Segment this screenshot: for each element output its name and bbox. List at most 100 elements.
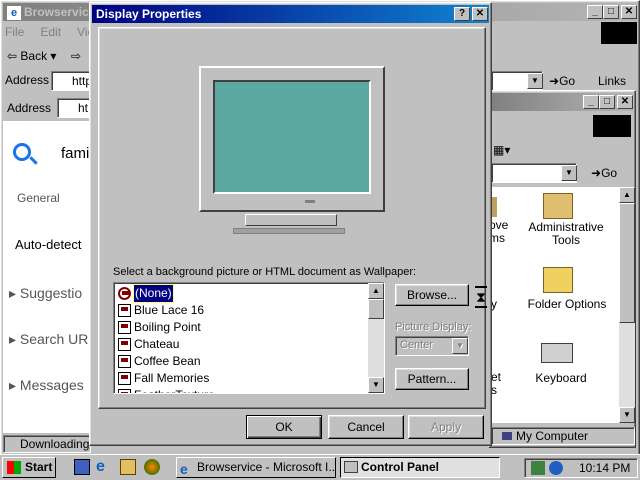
ie-icon: e xyxy=(7,5,21,20)
cp-status-text: My Computer xyxy=(516,429,589,443)
quick-launch-channels-icon[interactable] xyxy=(144,459,160,475)
quick-launch-explorer-icon[interactable] xyxy=(120,459,136,475)
browser-title: Browservice xyxy=(24,5,96,19)
wallpaper-list[interactable]: (None) Blue Lace 16 Boiling Point Chateau Co… xyxy=(113,282,385,394)
wallpaper-scroll-up-icon[interactable]: ▲ xyxy=(368,283,384,299)
cp-maximize-button[interactable]: □ xyxy=(599,95,615,109)
hourglass-cursor-icon: ⧗ xyxy=(475,286,487,308)
clock[interactable]: 10:14 PM xyxy=(579,461,630,475)
messages-item[interactable]: ▸ Messages xyxy=(9,377,84,394)
address-bar[interactable]: http xyxy=(51,71,92,91)
search-url-item[interactable]: ▸ Search UR xyxy=(9,331,88,348)
wallpaper-list-item[interactable]: Fall Memories xyxy=(116,370,366,387)
close-button[interactable]: ✕ xyxy=(621,5,637,19)
quick-launch-desktop-icon[interactable] xyxy=(74,459,90,475)
browse-button[interactable]: Browse... xyxy=(395,284,469,306)
cp-go-button[interactable]: ➜Go xyxy=(591,165,617,181)
add-remove-label: ove ms xyxy=(491,218,509,245)
wallpaper-file-icon xyxy=(118,355,131,368)
minimize-button[interactable]: _ xyxy=(587,5,603,19)
links-label[interactable]: Links xyxy=(598,73,626,89)
control-panel-titlebar: _ □ ✕ xyxy=(491,93,633,111)
administrative-tools-label: Administrative Tools xyxy=(528,220,604,247)
control-panel-window: _ □ ✕ ▦▾ ▼ ➜Go ove ms Administrative Too… xyxy=(488,90,636,448)
picture-display-dropdown-icon[interactable]: ▼ xyxy=(452,338,468,354)
menu-edit[interactable]: Edit xyxy=(40,23,61,41)
menu-file[interactable]: File xyxy=(5,23,24,41)
wallpaper-label: Select a background picture or HTML docu… xyxy=(113,266,417,278)
dialog-titlebar: Display Properties ? ✕ xyxy=(92,5,489,23)
monitor-preview xyxy=(199,66,385,212)
folder-options-label: Folder Options xyxy=(527,297,607,311)
wallpaper-list-item[interactable]: Coffee Bean xyxy=(116,353,366,370)
cp-windows-logo xyxy=(593,115,631,137)
folder-options-icon[interactable] xyxy=(543,267,573,293)
cp-scroll-up-icon[interactable]: ▲ xyxy=(619,187,635,203)
wallpaper-name: Boiling Point xyxy=(134,320,201,334)
dialog-title: Display Properties xyxy=(96,7,202,21)
wallpaper-name: Blue Lace 16 xyxy=(134,303,205,317)
wallpaper-name: FeatherTexture xyxy=(134,387,215,393)
cp-address-dropdown-icon[interactable]: ▼ xyxy=(561,165,577,181)
cp-scroll-thumb[interactable] xyxy=(619,203,635,323)
wallpaper-list-item[interactable]: Blue Lace 16 xyxy=(116,302,366,319)
cp-close-button[interactable]: ✕ xyxy=(617,95,633,109)
cp-views-icon[interactable]: ▦▾ xyxy=(493,143,510,157)
keyboard-label: Keyboard xyxy=(535,371,587,385)
suggestions-item[interactable]: ▸ Suggestio xyxy=(9,285,82,302)
browser-statusbar: Downloading p xyxy=(3,435,91,453)
browser-menubar: File Edit Vie xyxy=(5,23,94,41)
search-query[interactable]: fami xyxy=(61,145,89,162)
system-tray: 10:14 PM xyxy=(524,458,638,478)
wallpaper-file-icon xyxy=(118,338,131,351)
cp-content: ove ms Administrative Tools y Folder Opt… xyxy=(491,187,619,423)
none-icon xyxy=(118,287,131,300)
wallpaper-list-items: (None) Blue Lace 16 Boiling Point Chateau Co… xyxy=(116,284,366,393)
wallpaper-name: Chateau xyxy=(134,337,180,351)
search-icon-handle xyxy=(29,156,38,165)
internet-options-label: et s xyxy=(491,370,502,397)
wallpaper-file-icon xyxy=(118,304,131,317)
address-dropdown-icon[interactable]: ▼ xyxy=(527,73,543,89)
picture-display-value: Center xyxy=(400,339,434,351)
control-panel-task-icon xyxy=(344,461,358,473)
picture-display-label: Picture Display: xyxy=(395,321,472,333)
go-button[interactable]: ➜Go xyxy=(549,73,575,89)
start-button[interactable]: Start xyxy=(2,457,56,478)
tab-general[interactable]: General xyxy=(17,191,60,205)
wallpaper-list-item[interactable]: Boiling Point xyxy=(116,319,366,336)
cp-minimize-button[interactable]: _ xyxy=(583,95,599,109)
monitor-screen xyxy=(213,80,371,194)
wallpaper-list-item[interactable]: Chateau xyxy=(116,336,366,353)
inner-address-bar[interactable]: ht xyxy=(57,98,93,118)
task-browservice[interactable]: e Browservice - Microsoft I... xyxy=(176,457,336,478)
task-control-panel[interactable]: Control Panel xyxy=(340,457,500,478)
administrative-tools-icon[interactable] xyxy=(543,193,573,219)
ok-button[interactable]: OK xyxy=(246,415,322,439)
maximize-button[interactable]: □ xyxy=(603,5,619,19)
pattern-button[interactable]: Pattern... xyxy=(395,368,469,390)
monitor-base xyxy=(233,228,345,234)
keyboard-icon[interactable] xyxy=(541,343,573,363)
wallpaper-list-item[interactable]: FeatherTexture xyxy=(116,387,366,393)
picture-display-select[interactable]: Center ▼ xyxy=(395,336,469,356)
windows-flag-icon xyxy=(7,461,21,474)
dialog-close-button[interactable]: ✕ xyxy=(472,7,488,21)
wallpaper-name: (None) xyxy=(133,284,174,303)
cp-statusbar: My Computer xyxy=(491,427,635,445)
windows-logo xyxy=(601,22,637,44)
cancel-button[interactable]: Cancel xyxy=(328,415,404,439)
monitor-stand xyxy=(245,214,337,226)
back-button[interactable]: ⇦ Back ▾ xyxy=(7,47,56,65)
network-tray-icon[interactable] xyxy=(531,461,545,475)
help-button[interactable]: ? xyxy=(454,7,470,21)
forward-icon[interactable]: ⇨ xyxy=(71,47,81,65)
globe-tray-icon[interactable] xyxy=(549,461,563,475)
wallpaper-scroll-thumb[interactable] xyxy=(368,299,384,319)
my-computer-icon xyxy=(502,432,512,440)
wallpaper-list-item[interactable]: (None) xyxy=(116,284,366,303)
quick-launch-ie-icon[interactable]: e xyxy=(96,459,112,475)
wallpaper-scroll-down-icon[interactable]: ▼ xyxy=(368,377,384,393)
cp-scroll-down-icon[interactable]: ▼ xyxy=(619,407,635,423)
apply-button[interactable]: Apply xyxy=(408,415,484,439)
